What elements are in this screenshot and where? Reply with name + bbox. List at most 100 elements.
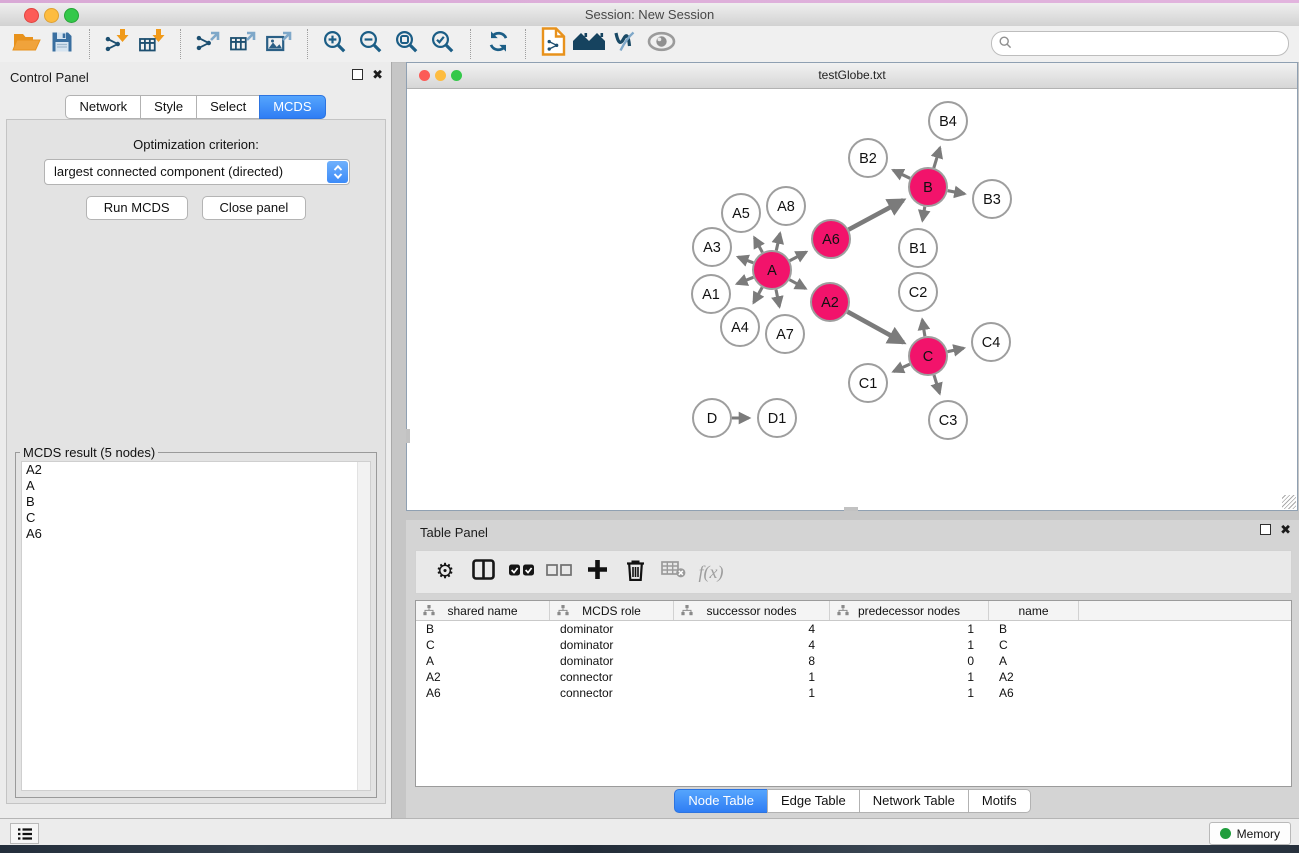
node-A1[interactable]: A1 <box>692 275 730 313</box>
node-A[interactable]: A <box>753 251 791 289</box>
edge-A6-B[interactable] <box>849 200 904 229</box>
edge-B-B4[interactable] <box>934 148 940 168</box>
mcds-result-item[interactable]: A2 <box>22 462 370 478</box>
tab-node-table[interactable]: Node Table <box>674 789 768 813</box>
node-A6[interactable]: A6 <box>812 220 850 258</box>
node-A4[interactable]: A4 <box>721 308 759 346</box>
edge-B-B1[interactable] <box>923 207 925 221</box>
import-table-button[interactable] <box>135 28 171 60</box>
settings-gear-button[interactable]: ⚙ <box>426 555 464 589</box>
float-panel-icon[interactable] <box>352 69 363 80</box>
node-A8[interactable]: A8 <box>767 187 805 225</box>
tab-network[interactable]: Network <box>65 95 141 119</box>
zoom-selected-button[interactable] <box>425 28 461 60</box>
edge-B-B3[interactable] <box>948 191 965 194</box>
close-table-panel-icon[interactable]: ✖ <box>1280 524 1291 535</box>
network-file-button[interactable] <box>535 28 571 60</box>
column-header-MCDS-role[interactable]: MCDS role <box>550 601 674 620</box>
open-session-button[interactable] <box>8 28 44 60</box>
table-row[interactable]: Cdominator41C <box>416 637 1291 653</box>
eye-button[interactable] <box>643 28 679 60</box>
node-C3[interactable]: C3 <box>929 401 967 439</box>
mcds-result-item[interactable]: B <box>22 494 370 510</box>
node-B1[interactable]: B1 <box>899 229 937 267</box>
select-all-button[interactable] <box>502 555 540 589</box>
paintbrush-button[interactable] <box>607 28 643 60</box>
search-input[interactable] <box>1018 33 1280 54</box>
edge-B-B2[interactable] <box>893 170 910 178</box>
delete-table-button[interactable] <box>654 555 692 589</box>
add-column-button[interactable] <box>578 555 616 589</box>
split-view-button[interactable] <box>464 555 502 589</box>
close-panel-button[interactable]: Close panel <box>202 196 307 220</box>
left-splitter-grip[interactable] <box>406 429 410 443</box>
edge-A-A2[interactable] <box>790 280 806 289</box>
edge-A-A3[interactable] <box>738 257 753 263</box>
close-panel-icon[interactable]: ✖ <box>372 69 383 80</box>
edge-C-C1[interactable] <box>894 364 910 371</box>
table-row[interactable]: Adominator80A <box>416 653 1291 669</box>
save-session-button[interactable] <box>44 28 80 60</box>
node-A3[interactable]: A3 <box>693 228 731 266</box>
node-A2[interactable]: A2 <box>811 283 849 321</box>
mcds-result-item[interactable]: A6 <box>22 526 370 542</box>
edge-C-C3[interactable] <box>934 375 940 393</box>
task-history-button[interactable] <box>10 823 39 844</box>
node-D[interactable]: D <box>693 399 731 437</box>
zoom-out-button[interactable] <box>353 28 389 60</box>
node-B3[interactable]: B3 <box>973 180 1011 218</box>
tab-mcds[interactable]: MCDS <box>259 95 325 119</box>
column-header-predecessor-nodes[interactable]: predecessor nodes <box>830 601 989 620</box>
edge-A-A8[interactable] <box>776 233 780 250</box>
column-header-shared-name[interactable]: shared name <box>416 601 550 620</box>
deselect-all-button[interactable] <box>540 555 578 589</box>
node-D1[interactable]: D1 <box>758 399 796 437</box>
table-row[interactable]: A6connector11A6 <box>416 685 1291 701</box>
node-A5[interactable]: A5 <box>722 194 760 232</box>
delete-trash-button[interactable] <box>616 555 654 589</box>
tab-select[interactable]: Select <box>196 95 260 119</box>
table-row[interactable]: A2connector11A2 <box>416 669 1291 685</box>
node-C4[interactable]: C4 <box>972 323 1010 361</box>
network-canvas[interactable]: B4 B2 B B3 A8A5 A6 A3 B1 A C2 A1 A2 A4A7 C4 C C1 D D1 C3 <box>407 89 1297 510</box>
zoom-in-button[interactable] <box>317 28 353 60</box>
tab-motifs[interactable]: Motifs <box>968 789 1031 813</box>
edge-A2-C[interactable] <box>848 312 904 343</box>
table-row[interactable]: Bdominator41B <box>416 621 1291 637</box>
mcds-result-item[interactable]: A <box>22 478 370 494</box>
bottom-splitter-grip[interactable] <box>844 507 858 511</box>
home-button[interactable] <box>571 28 607 60</box>
node-C1[interactable]: C1 <box>849 364 887 402</box>
window-resize-grip[interactable] <box>1282 495 1296 509</box>
mcds-list-scrollbar[interactable] <box>357 462 370 790</box>
tab-network-table[interactable]: Network Table <box>859 789 969 813</box>
node-C[interactable]: C <box>909 337 947 375</box>
export-image-button[interactable] <box>262 28 298 60</box>
function-button[interactable]: f(x) <box>692 555 730 589</box>
refresh-layout-button[interactable] <box>480 28 516 60</box>
run-mcds-button[interactable]: Run MCDS <box>86 196 188 220</box>
edge-A-A7[interactable] <box>776 290 779 307</box>
export-table-button[interactable] <box>226 28 262 60</box>
mcds-result-item[interactable]: C <box>22 510 370 526</box>
criterion-select[interactable]: largest connected component (directed) <box>44 159 350 185</box>
memory-button[interactable]: Memory <box>1209 822 1291 845</box>
node-A7[interactable]: A7 <box>766 315 804 353</box>
zoom-fit-button[interactable] <box>389 28 425 60</box>
edge-C-C2[interactable] <box>922 320 925 337</box>
import-network-button[interactable] <box>99 28 135 60</box>
edge-A-A6[interactable] <box>790 252 807 261</box>
edge-C-C4[interactable] <box>948 348 964 352</box>
tab-style[interactable]: Style <box>140 95 197 119</box>
export-network-button[interactable] <box>190 28 226 60</box>
node-C2[interactable]: C2 <box>899 273 937 311</box>
edge-A-A1[interactable] <box>737 277 753 283</box>
edge-A-A5[interactable] <box>754 238 762 253</box>
column-header-name[interactable]: name <box>989 601 1079 620</box>
float-table-panel-icon[interactable] <box>1260 524 1271 535</box>
column-header-successor-nodes[interactable]: successor nodes <box>674 601 830 620</box>
node-B2[interactable]: B2 <box>849 139 887 177</box>
node-B4[interactable]: B4 <box>929 102 967 140</box>
edge-A-A4[interactable] <box>754 287 763 302</box>
node-B[interactable]: B <box>909 168 947 206</box>
